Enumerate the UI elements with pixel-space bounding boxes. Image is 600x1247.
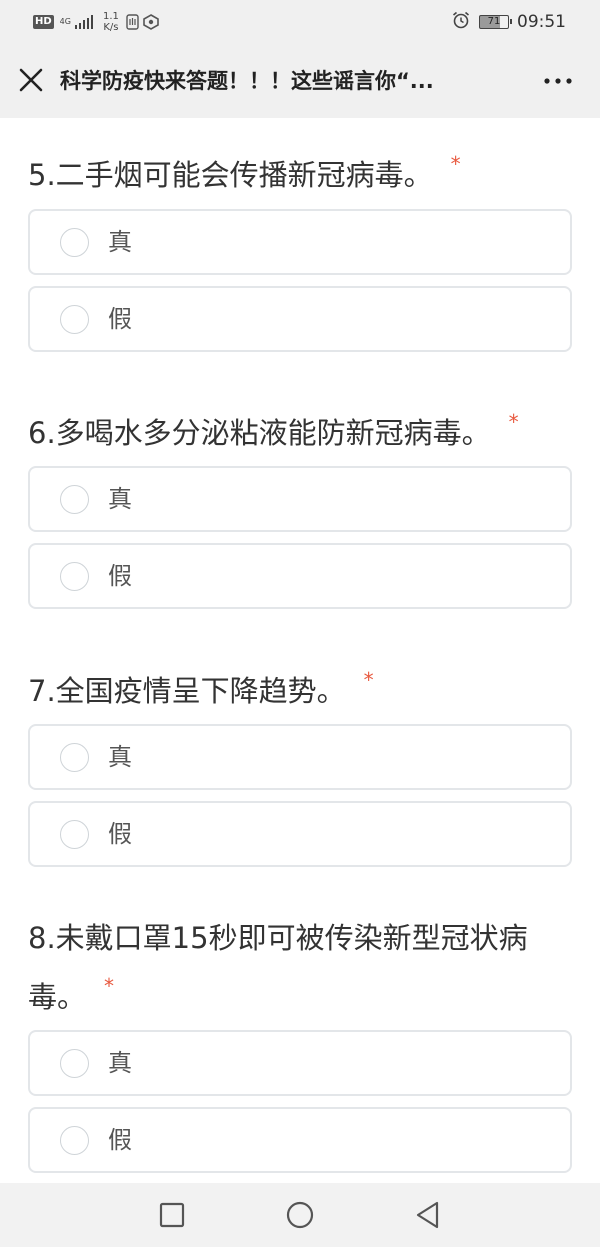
radio-button[interactable] <box>60 305 89 334</box>
radio-button[interactable] <box>60 820 89 849</box>
option-true[interactable]: 真 <box>28 466 572 532</box>
status-right: 71 09:51 <box>451 10 566 34</box>
option-label: 假 <box>108 562 132 590</box>
option-label: 假 <box>108 1126 132 1154</box>
question-text: 7.全国疫情呈下降趋势。 <box>28 674 346 708</box>
recent-apps-button[interactable] <box>156 1199 188 1231</box>
speed-value: 1.1 <box>102 11 119 22</box>
signal-icon <box>74 15 93 29</box>
clock: 09:51 <box>517 12 566 32</box>
close-icon <box>19 68 43 92</box>
alarm-icon <box>451 10 471 34</box>
question-6: 6.多喝水多分泌粘液能防新冠病毒。 * 真 假 <box>28 398 573 609</box>
status-left: HD 4G 1.1 K/s <box>33 11 163 33</box>
question-8: 8.未戴口罩15秒即可被传染新型冠状病毒。 * 真 假 <box>28 914 573 1173</box>
system-nav-bar <box>0 1183 600 1247</box>
radio-button[interactable] <box>60 485 89 514</box>
radio-button[interactable] <box>60 562 89 591</box>
option-label: 真 <box>108 743 132 771</box>
radio-button[interactable] <box>60 743 89 772</box>
hand-icon <box>125 12 163 32</box>
page-title: 科学防疫快来答题！！！这些谣言你“... <box>60 69 434 93</box>
option-false[interactable]: 假 <box>28 801 572 867</box>
radio-button[interactable] <box>60 228 89 257</box>
close-button[interactable] <box>16 65 46 95</box>
required-mark: * <box>450 152 461 176</box>
app-header: 科学防疫快来答题！！！这些谣言你“... <box>0 44 600 118</box>
question-text: 6.多喝水多分泌粘液能防新冠病毒。 <box>28 416 491 450</box>
option-true[interactable]: 真 <box>28 1030 572 1096</box>
back-button[interactable] <box>412 1199 444 1231</box>
hd-badge: HD <box>33 15 54 29</box>
question-title: 5.二手烟可能会传播新冠病毒。 * <box>28 140 573 199</box>
option-false[interactable]: 假 <box>28 1107 572 1173</box>
network-type: 4G <box>59 17 71 26</box>
survey-content: 5.二手烟可能会传播新冠病毒。 * 真 假 6.多喝水多分泌粘液能防新冠病毒。 * … <box>0 118 600 1183</box>
question-text: 5.二手烟可能会传播新冠病毒。 <box>28 158 433 192</box>
radio-button[interactable] <box>60 1049 89 1078</box>
triangle-back-icon <box>416 1201 439 1229</box>
question-text: 8.未戴口罩15秒即可被传染新型冠状病毒。 <box>28 921 528 1014</box>
option-false[interactable]: 假 <box>28 286 572 352</box>
question-5: 5.二手烟可能会传播新冠病毒。 * 真 假 <box>28 140 573 352</box>
home-button[interactable] <box>284 1199 316 1231</box>
option-label: 真 <box>108 228 132 256</box>
option-false[interactable]: 假 <box>28 543 572 609</box>
option-true[interactable]: 真 <box>28 209 572 275</box>
speed-unit: K/s <box>103 22 119 33</box>
circle-icon <box>286 1201 314 1229</box>
required-mark: * <box>508 410 519 434</box>
battery-icon: 71 <box>479 15 512 29</box>
question-title: 7.全国疫情呈下降趋势。 * <box>28 656 573 715</box>
option-true[interactable]: 真 <box>28 724 572 790</box>
option-label: 假 <box>108 305 132 333</box>
required-mark: * <box>104 974 115 998</box>
required-mark: * <box>363 668 374 692</box>
question-title: 8.未戴口罩15秒即可被传染新型冠状病毒。 * <box>28 914 573 1021</box>
more-button[interactable] <box>542 70 574 92</box>
option-label: 真 <box>108 1049 132 1077</box>
option-label: 真 <box>108 485 132 513</box>
radio-button[interactable] <box>60 1126 89 1155</box>
option-label: 假 <box>108 820 132 848</box>
question-title: 6.多喝水多分泌粘液能防新冠病毒。 * <box>28 398 573 457</box>
square-icon <box>159 1202 185 1228</box>
more-icon <box>544 78 572 84</box>
question-7: 7.全国疫情呈下降趋势。 * 真 假 <box>28 656 573 867</box>
network-speed: 1.1 K/s <box>103 11 119 33</box>
status-bar: HD 4G 1.1 K/s 71 09:51 <box>0 0 600 44</box>
